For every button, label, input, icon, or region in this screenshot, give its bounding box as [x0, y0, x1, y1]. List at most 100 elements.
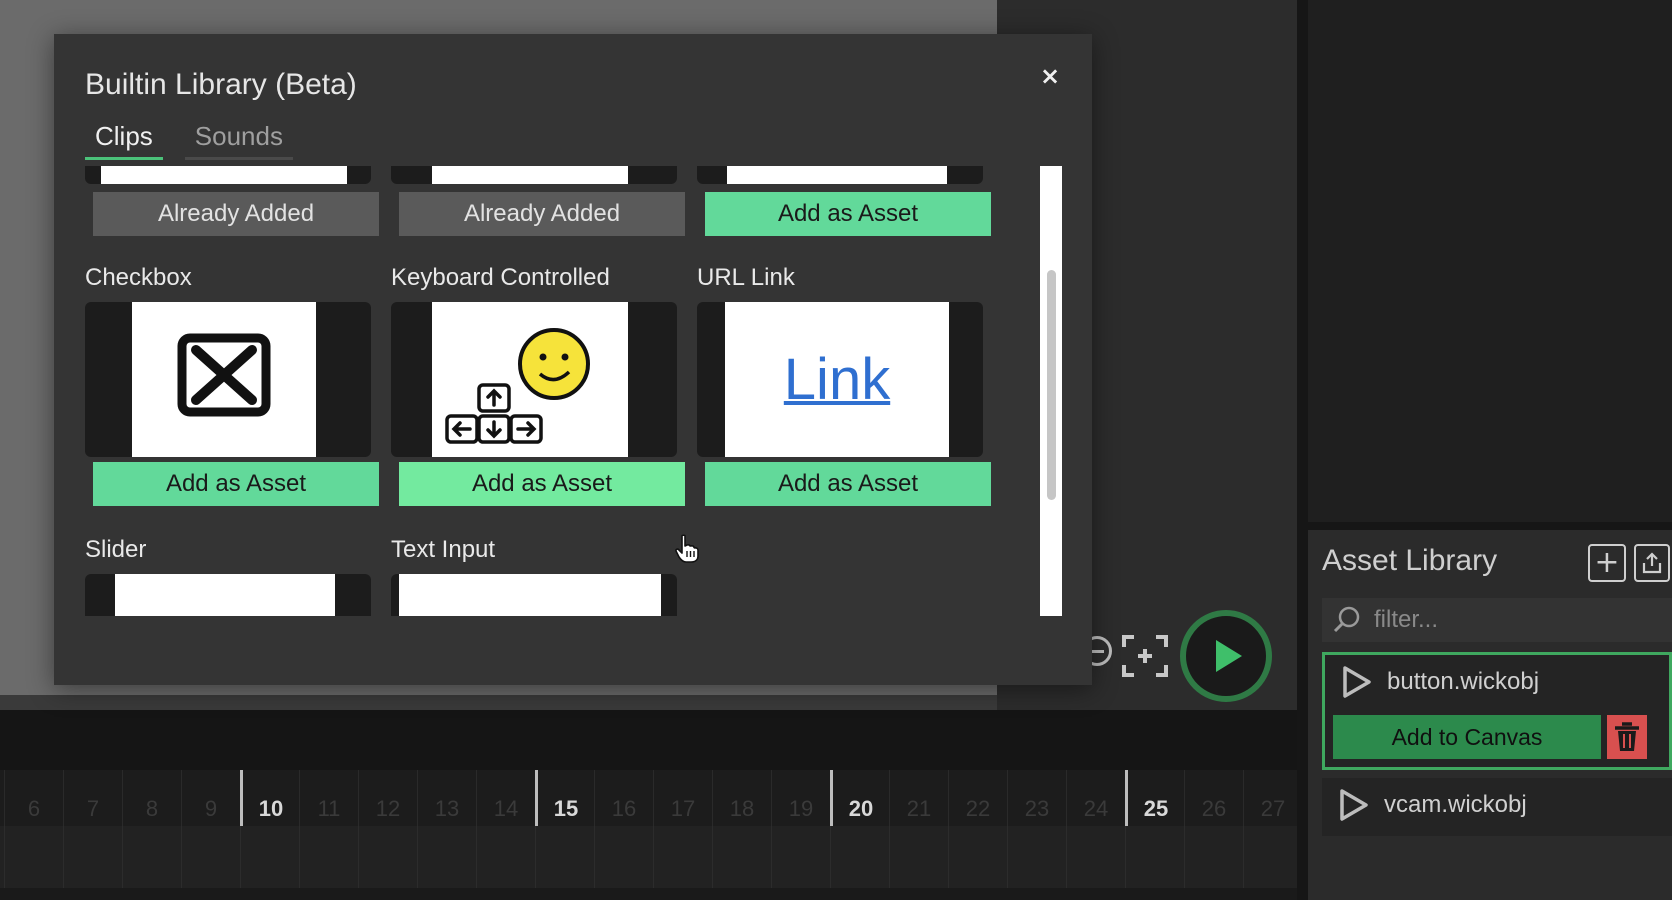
- timeline-ruler[interactable]: 6 7 8 9 10 11 12 13 14 15 16 17 18 19 20 21 22 23 24 25 26 27: [0, 770, 1297, 826]
- timeline-cell[interactable]: [1243, 826, 1302, 888]
- timeline-cell[interactable]: [594, 826, 653, 888]
- timeline-cell[interactable]: [1066, 826, 1125, 888]
- scrollbar-thumb[interactable]: [1047, 270, 1056, 500]
- timeline-frame[interactable]: 11: [299, 770, 358, 826]
- library-tabs: Clips Sounds: [85, 116, 315, 160]
- timeline-frame[interactable]: 21: [889, 770, 948, 826]
- timeline-frame[interactable]: 15: [535, 770, 594, 826]
- timeline-frame[interactable]: 19: [771, 770, 830, 826]
- timeline-frame[interactable]: 23: [1007, 770, 1066, 826]
- clip-thumbnail[interactable]: [85, 302, 371, 457]
- frame-number: 25: [1143, 796, 1169, 821]
- add-to-canvas-button[interactable]: Add to Canvas: [1333, 715, 1601, 759]
- clip-thumbnail[interactable]: [391, 574, 677, 616]
- frame-number: 24: [1083, 796, 1109, 821]
- timeline-cell[interactable]: [417, 826, 476, 888]
- asset-filter-input[interactable]: [1374, 606, 1654, 634]
- timeline-frame[interactable]: 8: [122, 770, 181, 826]
- timeline-frame[interactable]: 20: [830, 770, 889, 826]
- timeline-frame[interactable]: 22: [948, 770, 1007, 826]
- canvas-underbar: [0, 695, 997, 710]
- panel-divider[interactable]: [1297, 0, 1308, 900]
- clips-scrollbar[interactable]: [1040, 166, 1062, 616]
- fit-canvas-icon[interactable]: [1120, 633, 1170, 679]
- timeline-frame[interactable]: 24: [1066, 770, 1125, 826]
- already-added-button[interactable]: Already Added: [93, 192, 379, 236]
- timeline-cell[interactable]: [240, 826, 299, 888]
- clip-thumbnail[interactable]: [85, 574, 371, 616]
- hand-cursor-icon: [675, 534, 699, 563]
- play-icon: [1216, 640, 1242, 672]
- frame-number: 6: [27, 796, 41, 821]
- timeline-cell[interactable]: [1125, 826, 1184, 888]
- frame-number: 9: [204, 796, 218, 821]
- already-added-button[interactable]: Already Added: [399, 192, 685, 236]
- timeline-cell[interactable]: [948, 826, 1007, 888]
- timeline-frame[interactable]: 26: [1184, 770, 1243, 826]
- timeline-cell[interactable]: [830, 826, 889, 888]
- clip-thumbnail[interactable]: [391, 302, 677, 457]
- close-icon[interactable]: ×: [1032, 58, 1068, 94]
- timeline-frame[interactable]: 27: [1243, 770, 1302, 826]
- play-button[interactable]: [1180, 610, 1272, 702]
- asset-filter-field[interactable]: [1322, 598, 1672, 642]
- clip-title: URL Link: [697, 264, 795, 291]
- timeline-frame[interactable]: 13: [417, 770, 476, 826]
- timeline-cell[interactable]: [1007, 826, 1066, 888]
- timeline-frame[interactable]: 14: [476, 770, 535, 826]
- add-as-asset-button[interactable]: Add as Asset: [93, 462, 379, 506]
- timeline-frame[interactable]: 10: [240, 770, 299, 826]
- timeline-frame[interactable]: 12: [358, 770, 417, 826]
- keyboard-smiley-icon: [445, 328, 590, 444]
- frame-number: 12: [375, 796, 401, 821]
- frame-number: 13: [434, 796, 460, 821]
- frame-number: 7: [86, 796, 100, 821]
- timeline-cell[interactable]: [712, 826, 771, 888]
- link-preview-text: Link: [783, 347, 891, 412]
- frame-number: 21: [906, 796, 932, 821]
- timeline-frame[interactable]: 17: [653, 770, 712, 826]
- asset-item-vcam[interactable]: vcam.wickobj: [1322, 778, 1672, 836]
- add-as-asset-button[interactable]: Add as Asset: [705, 192, 991, 236]
- delete-asset-button[interactable]: [1607, 715, 1647, 759]
- timeline-frame[interactable]: 9: [181, 770, 240, 826]
- clips-grid[interactable]: Already Added Already Added Add as Asset…: [85, 166, 1005, 616]
- timeline-cell[interactable]: [358, 826, 417, 888]
- frame-number: 17: [670, 796, 696, 821]
- timeline-cell[interactable]: [476, 826, 535, 888]
- clip-title: Slider: [85, 536, 147, 563]
- timeline-cell[interactable]: [771, 826, 830, 888]
- panel-divider-horizontal[interactable]: [1308, 522, 1672, 530]
- timeline-cell[interactable]: [299, 826, 358, 888]
- tab-clips[interactable]: Clips: [85, 116, 163, 160]
- tab-sounds[interactable]: Sounds: [184, 116, 293, 160]
- timeline-frame[interactable]: 25: [1125, 770, 1184, 826]
- clip-thumbnail: [391, 166, 677, 184]
- asset-item-button[interactable]: button.wickobj Add to Canvas: [1322, 652, 1672, 770]
- timeline-cell[interactable]: [535, 826, 594, 888]
- clip-title: Checkbox: [85, 264, 192, 291]
- frame-number: 26: [1201, 796, 1227, 821]
- timeline-cell[interactable]: [181, 826, 240, 888]
- clip-thumbnail[interactable]: Link: [697, 302, 983, 457]
- add-as-asset-button[interactable]: Add as Asset: [399, 462, 685, 506]
- timeline-frame[interactable]: 16: [594, 770, 653, 826]
- timeline-header: [0, 710, 1297, 770]
- timeline-cell[interactable]: [653, 826, 712, 888]
- search-icon: [1333, 606, 1360, 633]
- timeline-cell[interactable]: [1184, 826, 1243, 888]
- timeline-cell[interactable]: [889, 826, 948, 888]
- clip-thumbnail: [85, 166, 371, 184]
- timeline-frame[interactable]: 18: [712, 770, 771, 826]
- timeline-frame[interactable]: 7: [63, 770, 122, 826]
- timeline-track[interactable]: [0, 826, 1297, 888]
- export-asset-icon[interactable]: [1634, 544, 1670, 582]
- add-asset-icon[interactable]: +: [1588, 544, 1626, 582]
- timeline-cell[interactable]: [4, 826, 63, 888]
- add-as-asset-button[interactable]: Add as Asset: [705, 462, 991, 506]
- clip-title: Text Input: [391, 536, 496, 563]
- timeline-cell[interactable]: [63, 826, 122, 888]
- timeline-frame[interactable]: 6: [4, 770, 63, 826]
- trash-icon: [1615, 722, 1639, 751]
- timeline-cell[interactable]: [122, 826, 181, 888]
